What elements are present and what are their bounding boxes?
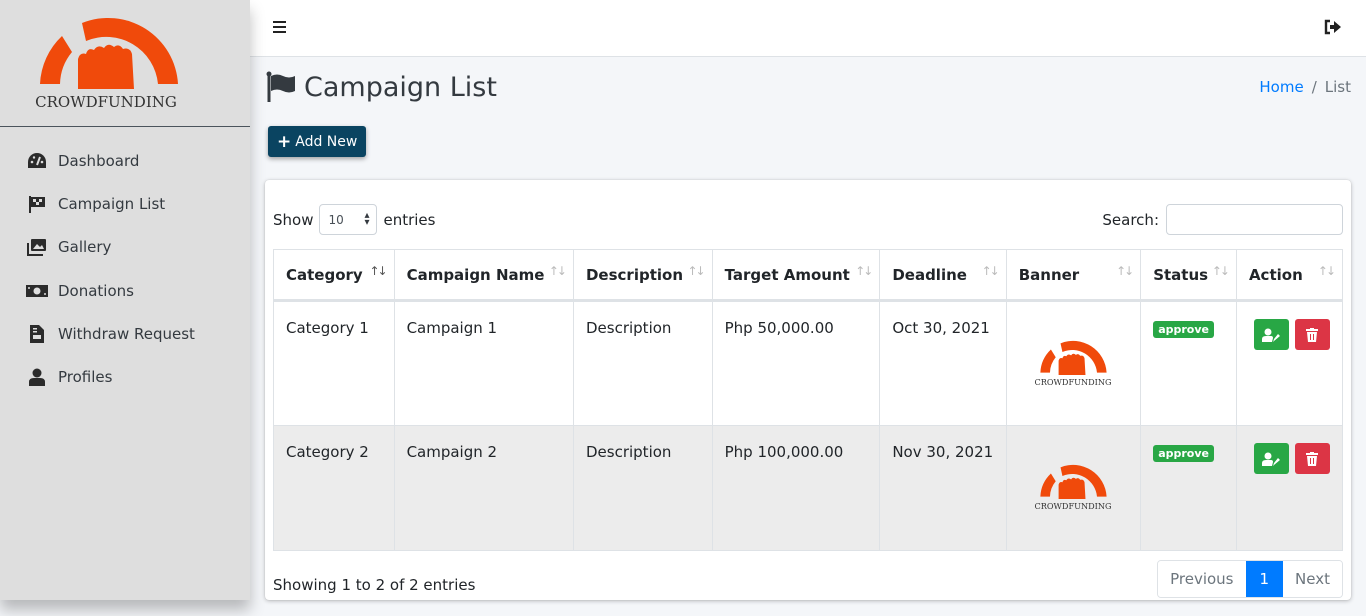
show-label: Show <box>273 210 314 229</box>
add-new-button[interactable]: + Add New <box>268 126 367 157</box>
campaign-table: Category ↑↓ Campaign Name ↑↓ Description ↑↓… <box>273 249 1344 551</box>
sort-icon: ↑↓ <box>369 264 387 278</box>
user-edit-icon <box>1262 452 1281 466</box>
cell-status: approve <box>1140 300 1237 426</box>
breadcrumb-home-link[interactable]: Home <box>1259 78 1303 96</box>
sort-icon: ↑↓ <box>548 264 567 278</box>
cell-deadline: Oct 30, 2021 <box>879 300 1007 426</box>
money-bill-icon <box>26 281 48 301</box>
cell-description: Description <box>572 425 713 551</box>
sort-icon: ↑↓ <box>1211 264 1230 278</box>
pagination-page-1[interactable]: 1 <box>1245 561 1284 597</box>
cell-action <box>1235 425 1344 551</box>
sort-icon: ↑↓ <box>687 264 706 278</box>
sidebar-item-label: Gallery <box>58 238 112 257</box>
sidebar-item-label: Dashboard <box>58 151 140 170</box>
user-icon <box>26 367 48 387</box>
page-length-control: Show 10 ▴ ▾ entries <box>273 204 435 235</box>
column-header-status[interactable]: Status ↑↓ <box>1140 249 1237 302</box>
sidebar-item-withdraw-request[interactable]: Withdraw Request <box>0 312 250 355</box>
sign-out-icon[interactable] <box>1324 19 1344 37</box>
sidebar-item-label: Donations <box>58 281 134 300</box>
cell-campaign-name: Campaign 2 <box>393 425 574 551</box>
campaign-table-card: Show 10 ▴ ▾ entries Search: Category ↑↓ Ca… <box>265 180 1351 600</box>
file-invoice-icon <box>26 324 48 344</box>
sidebar-item-dashboard[interactable]: Dashboard <box>0 139 250 182</box>
edit-button[interactable] <box>1253 319 1289 350</box>
sidebar-item-donations[interactable]: Donations <box>0 269 250 312</box>
brand-logo[interactable]: CROWDFUNDING <box>0 0 250 127</box>
entries-label: entries <box>383 210 436 229</box>
sidebar-nav: Dashboard Campaign List Gallery Donation… <box>0 127 250 399</box>
svg-text:CROWDFUNDING: CROWDFUNDING <box>35 93 177 111</box>
crowdfunding-logo-icon: CROWDFUNDING <box>35 17 178 111</box>
column-header-action[interactable]: Action ↑↓ <box>1235 249 1344 302</box>
column-header-banner[interactable]: Banner ↑↓ <box>1005 249 1142 302</box>
pagination-next[interactable]: Next <box>1283 561 1342 597</box>
top-navbar <box>250 0 1366 57</box>
cell-status: approve <box>1140 425 1237 551</box>
delete-button[interactable] <box>1294 443 1330 474</box>
cell-target-amount: Php 100,000.00 <box>711 425 881 551</box>
cell-campaign-name: Campaign 1 <box>393 300 574 426</box>
sort-icon: ↑↓ <box>855 264 873 278</box>
sort-icon: ↑↓ <box>1317 264 1336 278</box>
cell-action <box>1235 300 1344 426</box>
banner-image: CROWDFUNDING <box>1035 464 1112 511</box>
search-control: Search: <box>1102 204 1343 235</box>
sidebar-item-label: Profiles <box>58 368 113 387</box>
status-badge: approve <box>1153 321 1214 338</box>
table-row: Category 1 Campaign 1 Description Php 50… <box>273 300 1344 426</box>
sidebar-item-label: Campaign List <box>58 194 166 213</box>
sidebar-item-profiles[interactable]: Profiles <box>0 355 250 398</box>
page-header: Campaign List <box>266 70 497 104</box>
status-badge: approve <box>1153 445 1214 462</box>
sidebar-item-label: Withdraw Request <box>58 324 195 343</box>
table-info: Showing 1 to 2 of 2 entries <box>273 576 476 594</box>
pagination: Previous 1 Next <box>1157 560 1343 598</box>
column-header-description[interactable]: Description ↑↓ <box>572 249 713 302</box>
svg-text:CROWDFUNDING: CROWDFUNDING <box>1035 501 1112 511</box>
user-edit-icon <box>1262 328 1281 342</box>
table-header-row: Category ↑↓ Campaign Name ↑↓ Description ↑↓… <box>273 249 1344 302</box>
breadcrumb: Home / List <box>1259 78 1351 96</box>
checkered-flag-icon <box>26 194 48 214</box>
column-header-target-amount[interactable]: Target Amount ↑↓ <box>711 249 881 302</box>
trash-icon <box>1306 451 1319 466</box>
pagination-previous[interactable]: Previous <box>1158 561 1246 597</box>
cell-banner: CROWDFUNDING <box>1005 300 1142 426</box>
svg-text:CROWDFUNDING: CROWDFUNDING <box>1035 377 1112 387</box>
bars-icon[interactable] <box>272 19 290 37</box>
column-header-deadline[interactable]: Deadline ↑↓ <box>879 249 1007 302</box>
breadcrumb-separator: / <box>1311 78 1317 96</box>
cell-target-amount: Php 50,000.00 <box>711 300 881 426</box>
add-new-label: Add New <box>295 133 358 150</box>
sidebar: CROWDFUNDING Dashboard Campaign List Gal… <box>0 0 250 600</box>
banner-image: CROWDFUNDING <box>1035 340 1112 387</box>
cell-banner: CROWDFUNDING <box>1005 425 1142 551</box>
breadcrumb-current: List <box>1324 78 1351 96</box>
page-title: Campaign List <box>304 71 497 103</box>
trash-icon <box>1306 327 1319 342</box>
table-row: Category 2 Campaign 2 Description Php 10… <box>273 425 1344 551</box>
cell-description: Description <box>572 300 713 426</box>
sidebar-item-campaign-list[interactable]: Campaign List <box>0 182 250 225</box>
sidebar-item-gallery[interactable]: Gallery <box>0 226 250 269</box>
sort-icon: ↑↓ <box>1116 264 1134 278</box>
cell-category: Category 1 <box>273 300 395 426</box>
cell-deadline: Nov 30, 2021 <box>879 425 1007 551</box>
delete-button[interactable] <box>1294 319 1330 350</box>
search-label: Search: <box>1102 210 1159 229</box>
images-icon <box>26 237 48 257</box>
column-header-campaign-name[interactable]: Campaign Name ↑↓ <box>393 249 574 302</box>
plus-icon: + <box>277 131 292 152</box>
page-length-select[interactable]: 10 <box>319 204 378 235</box>
flag-icon <box>266 70 296 104</box>
edit-button[interactable] <box>1253 443 1289 474</box>
sort-icon: ↑↓ <box>981 264 1000 278</box>
tachometer-icon <box>26 151 48 171</box>
cell-category: Category 2 <box>273 425 395 551</box>
column-header-category[interactable]: Category ↑↓ <box>273 249 395 302</box>
search-input[interactable] <box>1166 204 1343 235</box>
